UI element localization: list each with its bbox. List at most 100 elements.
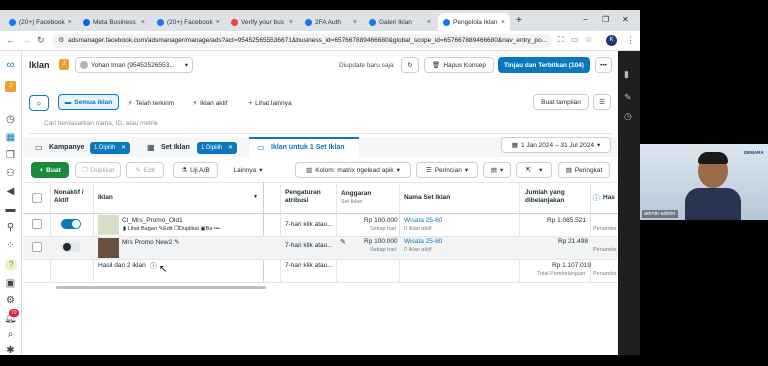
menu-icon[interactable]: ⋮ (626, 35, 635, 46)
close-icon[interactable]: ✕ (228, 145, 233, 151)
date-range-picker[interactable]: ▦ 1 Jan 2024 – 31 Jul 2024 ▾ (501, 137, 611, 153)
account-icon[interactable]: J (5, 81, 16, 92)
chart-icon[interactable]: ▮ (624, 69, 629, 80)
edit-link[interactable]: Edit (163, 226, 172, 232)
url-input[interactable]: adsmanager.facebook.com/adsmanager/manag… (52, 34, 552, 48)
info-icon[interactable]: ⓘ (150, 261, 157, 271)
tab-adsets[interactable]: Set Iklan (161, 144, 190, 151)
account-selector[interactable]: Yohan Iman (95452526553... ▾ (75, 57, 193, 73)
close-icon[interactable]: × (216, 19, 220, 26)
close-icon[interactable]: × (289, 19, 293, 26)
col-spent-header[interactable]: Jumlah yang dibelanjakan (525, 189, 573, 205)
duplicate-link[interactable]: Duplikat (179, 226, 199, 232)
cast-icon[interactable]: ▭ (571, 35, 579, 44)
browser-tab[interactable]: Galeri Iklan × (364, 13, 436, 31)
horizontal-scrollbar[interactable] (56, 286, 266, 289)
view-chart-link[interactable]: Lihat Bagan (128, 226, 157, 232)
close-icon[interactable]: × (353, 19, 357, 26)
campaign-selected-pill[interactable]: 1 Dipilih ✕ (90, 142, 131, 154)
row-checkbox[interactable] (32, 219, 42, 229)
filter-delivered[interactable]: ⚡︎ Telah terkirim (123, 95, 179, 111)
close-icon[interactable]: × (68, 19, 72, 26)
translate-icon[interactable]: ⛶ (558, 35, 564, 45)
dots-icon[interactable]: ⁘ (4, 239, 17, 252)
tab-campaigns[interactable]: Kampanye (49, 144, 84, 151)
refresh-button[interactable]: ↻ (401, 57, 419, 73)
search-icon[interactable]: ⌕ (4, 328, 17, 341)
review-publish-button[interactable]: Tinjau dan Terbitkan (104) (498, 57, 590, 73)
toggle-switch-off[interactable] (61, 242, 81, 252)
browser-tab[interactable]: 2FA Auth × (300, 13, 362, 31)
more-actions-dropdown[interactable]: Lainnya ▾ (226, 162, 270, 178)
table-icon[interactable]: ▦ (4, 131, 17, 144)
col-ad-header[interactable]: Iklan (98, 194, 113, 202)
filter-settings-button[interactable]: ☰ (593, 94, 611, 110)
row-checkbox[interactable] (32, 242, 42, 252)
adset-link[interactable]: Wisata 25-60 (404, 217, 442, 224)
pencil-icon[interactable]: ✎ (340, 238, 346, 246)
back-icon[interactable]: ← (6, 35, 15, 45)
close-icon[interactable]: × (427, 19, 431, 26)
search-toggle-button[interactable]: ⌕ (29, 95, 49, 111)
ad-name[interactable]: Cl_Mrs_Promo_Old1 (122, 217, 183, 224)
browser-tab[interactable]: Meta Business × (78, 13, 150, 31)
col-toggle-header[interactable]: Nonaktif / Aktif (54, 189, 90, 205)
site-info-icon[interactable]: ⚙ (58, 36, 64, 44)
col-budget-header[interactable]: Anggaran (341, 190, 371, 198)
meta-logo-icon[interactable]: ∞ (4, 59, 17, 72)
minimize-icon[interactable]: − (583, 15, 588, 24)
sort-icon[interactable]: ▾ (254, 193, 257, 200)
browser-tab[interactable]: (20+) Facebook × (152, 13, 224, 31)
export-dropdown[interactable]: ⇱ ▾ (516, 162, 552, 178)
create-view-button[interactable]: Buat tampilan (533, 94, 589, 110)
close-window-icon[interactable]: ✕ (622, 15, 629, 24)
columns-dropdown[interactable]: ▥ Kolom: matrix ngelead apik ▾ (295, 162, 411, 178)
filter-active[interactable]: ⚡︎ Iklan aktif (185, 95, 235, 111)
close-icon[interactable]: ✕ (121, 145, 126, 151)
gauge-icon[interactable]: ◷ (4, 113, 17, 126)
more-options-button[interactable]: ••• (595, 57, 612, 73)
edit-button[interactable]: ✎ Edit (126, 162, 164, 178)
ab-test-button[interactable]: ⚗ Uji A/B (173, 162, 218, 178)
bug-icon[interactable]: ✱ (4, 344, 17, 355)
filter-all-ads[interactable]: ▬ Semua iklan (58, 94, 119, 110)
audience-icon[interactable]: ⚇ (4, 167, 17, 180)
breakdown-dropdown[interactable]: ☰ Perincian ▾ (416, 162, 478, 178)
create-button[interactable]: + Buat (31, 162, 69, 178)
events-icon[interactable]: ⚲ (4, 221, 17, 234)
ranking-button[interactable]: ▨ Peringkat (558, 162, 610, 178)
duplicate-button[interactable]: ❐ Duplikat (75, 162, 121, 178)
col-adset-header[interactable]: Nama Set Iklan (404, 194, 450, 202)
profile-avatar[interactable]: K (606, 35, 617, 46)
bookmark-icon[interactable]: ☆ (585, 35, 592, 44)
settings-icon[interactable]: ⚙ (4, 294, 17, 307)
filter-more[interactable]: + Lihat lainnya (242, 95, 298, 111)
reports-dropdown[interactable]: ▤ ▾ (483, 162, 511, 178)
col-results-header[interactable]: Has (603, 194, 615, 202)
pencil-icon[interactable]: ✎ (174, 239, 179, 246)
catalog-icon[interactable]: ▣ (4, 277, 17, 290)
ad-name[interactable]: Mrs Promo New2 ✎ (122, 238, 179, 246)
close-icon[interactable]: × (501, 19, 505, 26)
new-tab-button[interactable]: + (516, 15, 522, 26)
col-attribution-header[interactable]: Pengaturan atribusi (285, 189, 333, 205)
pages-icon[interactable]: ❐ (4, 149, 17, 162)
pencil-icon[interactable]: ✎ (624, 92, 632, 103)
forward-icon[interactable]: → (22, 35, 31, 45)
more-link[interactable]: ••• (214, 226, 220, 232)
close-icon[interactable]: × (141, 19, 145, 26)
maximize-icon[interactable]: ❐ (602, 15, 609, 24)
clock-icon[interactable]: ◷ (624, 111, 632, 122)
megaphone-icon[interactable]: ◀ (4, 185, 17, 198)
adset-link[interactable]: Wisata 25-60 (404, 238, 442, 245)
select-all-checkbox[interactable] (32, 193, 42, 203)
browser-tab[interactable]: Verify your bus × (226, 13, 298, 31)
discard-drafts-button[interactable]: 🗑︎ Hapus Konsep (424, 57, 494, 73)
reload-icon[interactable]: ↻ (37, 35, 45, 46)
billing-icon[interactable]: ▬ (4, 203, 17, 216)
pin-link[interactable]: Ba (206, 226, 213, 232)
browser-tab[interactable]: (20+) Facebook × (4, 13, 76, 31)
browser-tab[interactable]: Pengelola Iklan × (438, 13, 510, 31)
toggle-switch-on[interactable] (61, 219, 81, 229)
adset-selected-pill[interactable]: 1 Dipilih ✕ (197, 142, 238, 154)
